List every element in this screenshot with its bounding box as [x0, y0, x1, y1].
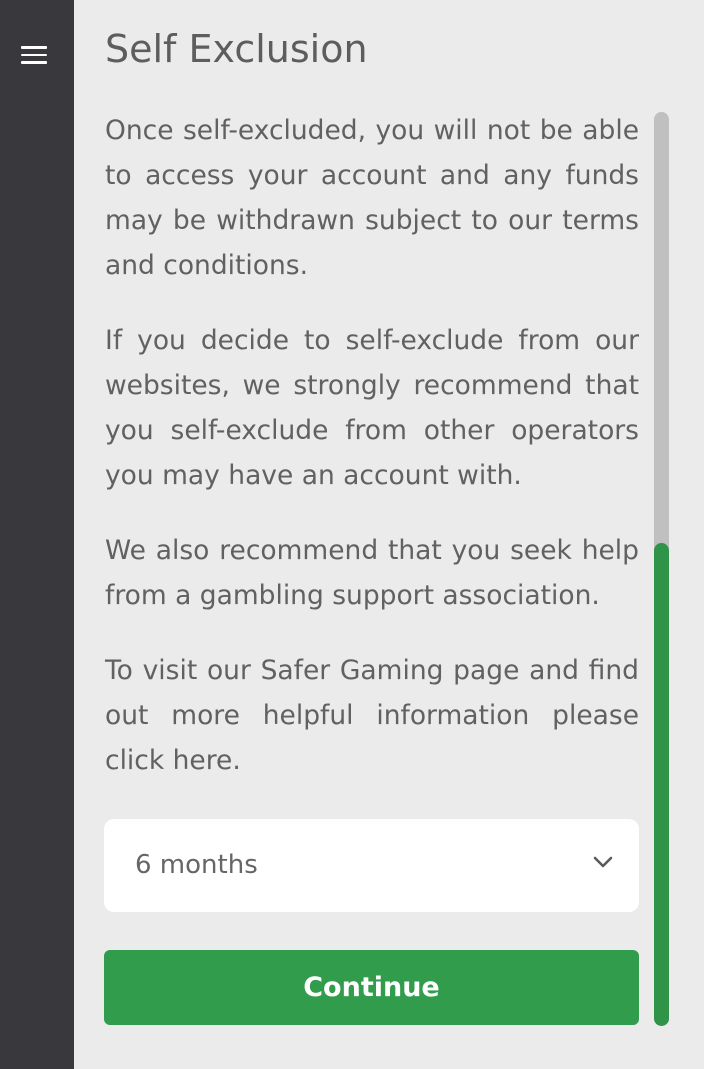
menu-bar-middle	[21, 53, 47, 56]
info-paragraph-account-access: Once self-excluded, you will not be able…	[105, 115, 639, 281]
menu-bar-top	[21, 46, 47, 49]
scrollbar-thumb[interactable]	[654, 543, 669, 1026]
info-paragraph-seek-help: We also recommend that you seek help fro…	[105, 535, 639, 611]
chevron-down-icon	[593, 856, 613, 868]
hamburger-menu-icon[interactable]	[21, 43, 47, 67]
page-title: Self Exclusion	[105, 27, 368, 71]
exclusion-period-select[interactable]: 6 months	[104, 819, 639, 912]
exclusion-period-value: 6 months	[135, 850, 258, 880]
main-panel: Self Exclusion Once self-excluded, you w…	[74, 0, 704, 1069]
menu-bar-bottom	[21, 61, 47, 64]
info-paragraph-safer-gaming[interactable]: To visit our Safer Gaming page and find …	[105, 648, 639, 783]
continue-button[interactable]: Continue	[104, 950, 639, 1025]
info-content: Once self-excluded, you will not be able…	[105, 108, 639, 813]
info-paragraph-other-operators: If you decide to self-exclude from our w…	[105, 325, 639, 491]
sidebar	[0, 0, 74, 1069]
